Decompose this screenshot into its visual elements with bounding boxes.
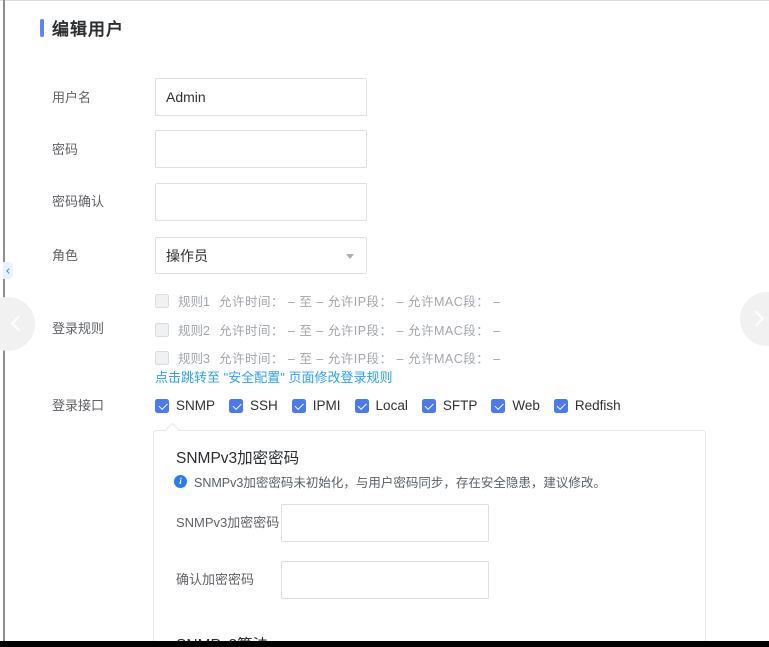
- snmpv3-confirm-input[interactable]: [281, 561, 489, 599]
- sidebar-collapse-handle[interactable]: [3, 262, 13, 279]
- security-config-link[interactable]: 点击跳转至 "安全配置" 页面修改登录规则: [155, 367, 392, 386]
- rule1-checkbox[interactable]: [155, 294, 169, 308]
- role-selected-value: 操作员: [166, 246, 208, 266]
- login-interfaces-row: SNMP SSH IPMI Local SFTP Web Redfish: [155, 398, 621, 413]
- rule3-checkbox[interactable]: [155, 351, 169, 365]
- redfish-checkbox[interactable]: [554, 399, 568, 413]
- login-rules-label: 登录规则: [52, 321, 104, 336]
- role-label: 角色: [52, 248, 78, 263]
- checkbox-label: SFTP: [443, 398, 478, 413]
- rule-detail: 允许时间： – 至 – 允许IP段： – 允许MAC段： –: [219, 348, 501, 367]
- title-accent-bar: [40, 19, 44, 37]
- window-bottom-edge: [0, 641, 769, 647]
- login-rule-row: 规则1 允许时间： – 至 – 允许IP段： – 允许MAC段： –: [155, 293, 501, 308]
- checkbox-label: IPMI: [313, 398, 341, 413]
- snmp-checkbox[interactable]: [155, 399, 169, 413]
- snmpv3-panel: SNMPv3加密密码 i SNMPv3加密密码未初始化，与用户密码同步，存在安全…: [153, 430, 706, 647]
- interface-option-sftp[interactable]: SFTP: [422, 398, 478, 413]
- interface-option-web[interactable]: Web: [491, 398, 540, 413]
- username-label: 用户名: [52, 90, 91, 105]
- page-header: 编辑用户: [40, 15, 124, 40]
- rule-name: 规则2: [178, 320, 210, 339]
- chevron-left-icon: [6, 268, 12, 274]
- rule-detail: 允许时间： – 至 – 允许IP段： – 允许MAC段： –: [219, 320, 501, 339]
- snmpv3-confirm-label: 确认加密密码: [176, 572, 254, 587]
- checkbox-label: Redfish: [575, 398, 621, 413]
- prev-page-button[interactable]: [0, 297, 35, 351]
- password-confirm-input[interactable]: [155, 183, 367, 221]
- info-icon: i: [174, 475, 187, 488]
- rule-detail: 允许时间： – 至 – 允许IP段： – 允许MAC段： –: [219, 291, 501, 310]
- rule2-checkbox[interactable]: [155, 323, 169, 337]
- password-confirm-label: 密码确认: [52, 194, 104, 209]
- interface-option-local[interactable]: Local: [355, 398, 408, 413]
- password-input[interactable]: [155, 130, 367, 168]
- panel-notch: [165, 422, 181, 438]
- web-checkbox[interactable]: [491, 399, 505, 413]
- rule-name: 规则1: [178, 291, 210, 310]
- role-select[interactable]: 操作员: [155, 237, 367, 274]
- snmpv3-info-text: SNMPv3加密密码未初始化，与用户密码同步，存在安全隐患，建议修改。: [194, 472, 606, 491]
- interface-option-redfish[interactable]: Redfish: [554, 398, 621, 413]
- next-page-button[interactable]: [740, 292, 769, 346]
- page-title: 编辑用户: [52, 15, 124, 40]
- password-label: 密码: [52, 142, 78, 157]
- edit-user-page: 编辑用户 用户名 密码 密码确认 角色 操作员 登录规则 规则1 允许时间： –…: [0, 0, 769, 647]
- rule-name: 规则3: [178, 348, 210, 367]
- local-checkbox[interactable]: [355, 399, 369, 413]
- checkbox-label: SNMP: [176, 398, 215, 413]
- ssh-checkbox[interactable]: [229, 399, 243, 413]
- login-rule-row: 规则2 允许时间： – 至 – 允许IP段： – 允许MAC段： –: [155, 322, 501, 337]
- ipmi-checkbox[interactable]: [292, 399, 306, 413]
- interface-option-ssh[interactable]: SSH: [229, 398, 278, 413]
- username-input[interactable]: [155, 78, 367, 116]
- checkbox-label: Web: [512, 398, 540, 413]
- snmpv3-panel-title: SNMPv3加密密码: [176, 446, 299, 468]
- checkbox-label: Local: [376, 398, 408, 413]
- chevron-down-icon: [346, 254, 354, 259]
- checkbox-label: SSH: [250, 398, 278, 413]
- snmpv3-password-input[interactable]: [281, 504, 489, 542]
- interface-option-snmp[interactable]: SNMP: [155, 398, 215, 413]
- chevron-left-icon: [11, 316, 27, 332]
- chevron-right-icon: [749, 311, 765, 327]
- interface-option-ipmi[interactable]: IPMI: [292, 398, 341, 413]
- sftp-checkbox[interactable]: [422, 399, 436, 413]
- snmpv3-password-label: SNMPv3加密密码: [176, 515, 279, 530]
- snmpv3-info-row: i SNMPv3加密密码未初始化，与用户密码同步，存在安全隐患，建议修改。: [174, 472, 606, 491]
- login-interfaces-label: 登录接口: [52, 398, 104, 413]
- window-top-border: [0, 0, 769, 1]
- login-rule-row: 规则3 允许时间： – 至 – 允许IP段： – 允许MAC段： –: [155, 350, 501, 365]
